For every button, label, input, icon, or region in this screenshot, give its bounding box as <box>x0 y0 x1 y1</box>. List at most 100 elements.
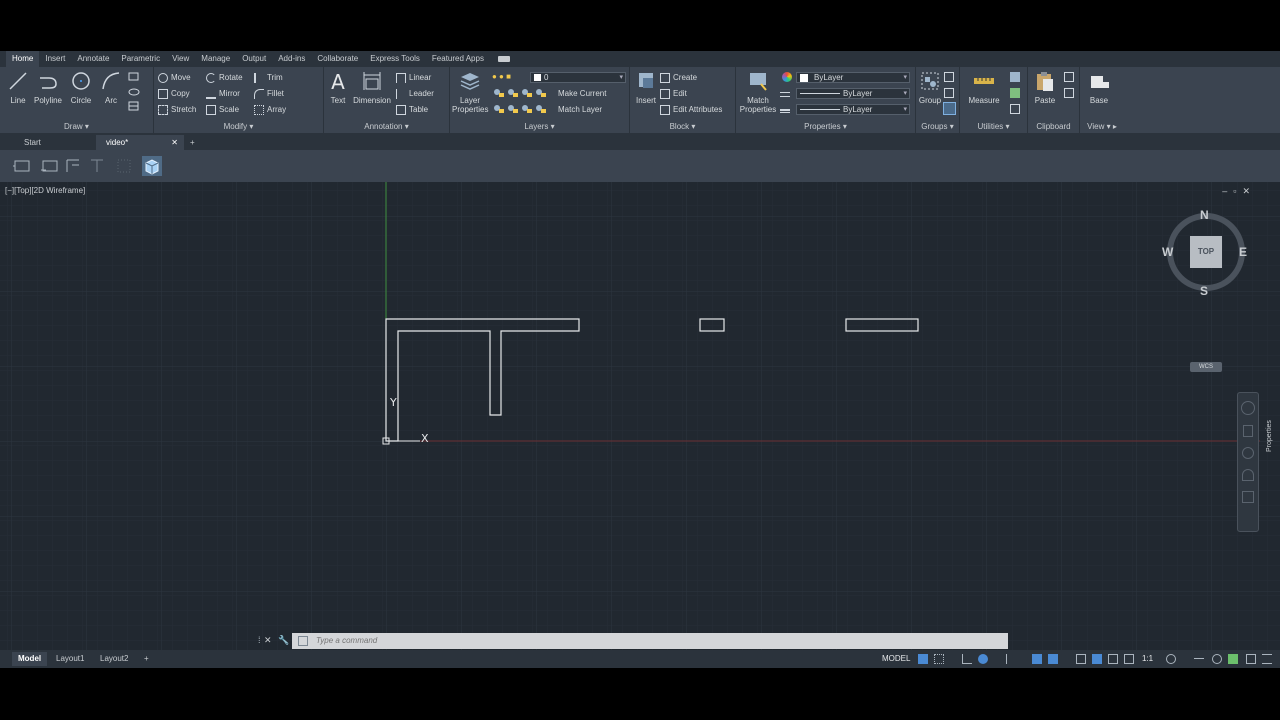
isolate-objects-icon[interactable] <box>1212 654 1222 664</box>
tab-layout2[interactable]: Layout2 <box>94 652 134 666</box>
rectangle-tool-icon[interactable] <box>12 156 32 176</box>
linetype-dropdown[interactable]: ByLayer <box>796 88 910 99</box>
wcs-menu[interactable]: WCS <box>1190 362 1222 372</box>
fillet-button[interactable]: Fillet <box>254 87 284 100</box>
create-block-button[interactable]: Create <box>660 71 697 84</box>
group-button[interactable]: Group <box>918 70 942 105</box>
circle-button[interactable]: Circle <box>68 70 94 105</box>
layer-properties-button[interactable]: Layer Properties <box>452 70 488 114</box>
draw-panel-title[interactable]: Draw ▾ <box>0 122 153 131</box>
modify-panel-title[interactable]: Modify ▾ <box>154 122 323 131</box>
tab-view[interactable]: View <box>166 51 195 67</box>
viewport-controls-label[interactable]: [−][Top][2D Wireframe] <box>5 186 85 195</box>
object-snap-tracking-icon[interactable] <box>1032 654 1042 664</box>
compass-west[interactable]: W <box>1162 245 1173 259</box>
insert-block-button[interactable]: Insert <box>632 70 660 105</box>
new-tab-button[interactable]: + <box>184 135 195 150</box>
groups-panel-title[interactable]: Groups ▾ <box>916 122 959 131</box>
layer-tools-icons[interactable] <box>492 87 564 119</box>
annotation-visibility-icon[interactable] <box>1092 654 1102 664</box>
grid-toggle-icon[interactable] <box>918 654 928 664</box>
command-line-grip-icon[interactable]: ⁞ <box>258 635 261 645</box>
zoom-icon[interactable] <box>1242 447 1254 459</box>
compass-east[interactable]: E <box>1239 245 1247 259</box>
properties-panel-title[interactable]: Properties ▾ <box>736 122 915 131</box>
group-selection-icon[interactable] <box>943 102 956 115</box>
arc-button[interactable]: Arc <box>98 70 124 105</box>
view-panel-title[interactable]: View ▾ ▸ <box>1080 122 1124 131</box>
clipboard-panel-title[interactable]: Clipboard <box>1028 122 1079 131</box>
tab-parametric[interactable]: Parametric <box>115 51 166 67</box>
linear-dimension-button[interactable]: Linear <box>396 71 431 84</box>
compass-south[interactable]: S <box>1200 284 1208 298</box>
stretch-button[interactable]: Stretch <box>158 103 196 116</box>
isodraft-icon[interactable] <box>1006 654 1016 664</box>
match-properties-button[interactable]: Match Properties <box>738 70 778 114</box>
align-tool-icon[interactable] <box>64 156 84 176</box>
trim-button[interactable]: Trim <box>254 71 283 84</box>
tab-collaborate[interactable]: Collaborate <box>311 51 364 67</box>
offset-tool-icon[interactable] <box>88 156 108 176</box>
edit-attributes-button[interactable]: Edit Attributes <box>660 103 722 116</box>
navigation-bar[interactable] <box>1237 392 1259 532</box>
compass-north[interactable]: N <box>1200 208 1209 222</box>
tab-manage[interactable]: Manage <box>195 51 236 67</box>
command-input[interactable] <box>292 633 1008 649</box>
viewcube-top-face[interactable]: TOP <box>1190 236 1222 268</box>
auto-scale-icon[interactable] <box>1108 654 1118 664</box>
polyline-button[interactable]: Polyline <box>32 70 64 105</box>
draw-small-tools-icon[interactable] <box>128 72 150 114</box>
showmotion-icon[interactable] <box>1242 491 1254 503</box>
close-tab-icon[interactable]: ✕ <box>171 135 178 150</box>
pan-icon[interactable] <box>1243 425 1253 437</box>
quick-select-icon[interactable] <box>1010 72 1020 82</box>
tab-start[interactable]: Start <box>0 135 96 150</box>
tab-layout1[interactable]: Layout1 <box>50 652 90 666</box>
crosshair-icon[interactable] <box>1194 654 1204 664</box>
edit-block-button[interactable]: Edit <box>660 87 687 100</box>
dimension-button[interactable]: Dimension <box>352 70 392 105</box>
tab-home[interactable]: Home <box>6 51 40 67</box>
rotate-button[interactable]: Rotate <box>206 71 243 84</box>
group-edit-icon[interactable] <box>944 88 954 98</box>
layers-panel-title[interactable]: Layers ▾ <box>450 122 629 131</box>
tab-add-ins[interactable]: Add-ins <box>272 51 311 67</box>
measure-button[interactable]: Measure <box>964 70 1004 105</box>
ribbon-options-icon[interactable] <box>497 56 510 62</box>
scale-button[interactable]: Scale <box>206 103 239 116</box>
drawing-canvas[interactable]: Y X [−][Top][2D Wireframe] –▫✕ N S E W T… <box>0 182 1280 652</box>
customize-wrench-icon[interactable]: 🔧 <box>278 635 289 646</box>
tab-express-tools[interactable]: Express Tools <box>364 51 426 67</box>
utilities-panel-title[interactable]: Utilities ▾ <box>960 122 1027 131</box>
table-button[interactable]: Table <box>396 103 428 116</box>
viewcube[interactable]: N S E W TOP <box>1160 206 1256 316</box>
dotted-tool-icon[interactable] <box>114 156 134 176</box>
orbit-icon[interactable] <box>1242 469 1254 481</box>
leader-button[interactable]: Leader <box>396 87 434 100</box>
tab-annotate[interactable]: Annotate <box>71 51 115 67</box>
array-button[interactable]: Array <box>254 103 286 116</box>
block-panel-title[interactable]: Block ▾ <box>630 122 735 131</box>
tab-video-drawing[interactable]: video* ✕ <box>96 135 184 150</box>
customization-menu-icon[interactable] <box>1262 654 1272 664</box>
annotation-panel-title[interactable]: Annotation ▾ <box>324 122 449 131</box>
base-view-button[interactable]: Base <box>1084 70 1114 105</box>
steering-wheel-icon[interactable] <box>1241 401 1255 415</box>
tab-featured-apps[interactable]: Featured Apps <box>426 51 490 67</box>
lineweight-toggle-icon[interactable] <box>1076 654 1086 664</box>
model-space-toggle[interactable]: MODEL <box>882 654 910 663</box>
line-button[interactable]: Line <box>6 70 30 105</box>
copy-clip-icon[interactable] <box>1064 88 1074 98</box>
selection-cycling-icon[interactable] <box>1124 654 1134 664</box>
paste-button[interactable]: Paste <box>1030 70 1060 105</box>
properties-palette-tab[interactable]: Properties <box>1266 420 1273 452</box>
tab-output[interactable]: Output <box>236 51 272 67</box>
tab-insert[interactable]: Insert <box>39 51 71 67</box>
add-layout-button[interactable]: + <box>138 652 155 666</box>
copy-button[interactable]: Copy <box>158 87 190 100</box>
viewport-window-controls[interactable]: –▫✕ <box>1222 186 1256 197</box>
layer-dropdown[interactable]: 0 <box>530 72 626 83</box>
lineweight-dropdown[interactable]: ByLayer <box>796 104 910 115</box>
rectangle-tool-2-icon[interactable] <box>40 156 60 176</box>
id-point-icon[interactable] <box>1010 104 1020 114</box>
